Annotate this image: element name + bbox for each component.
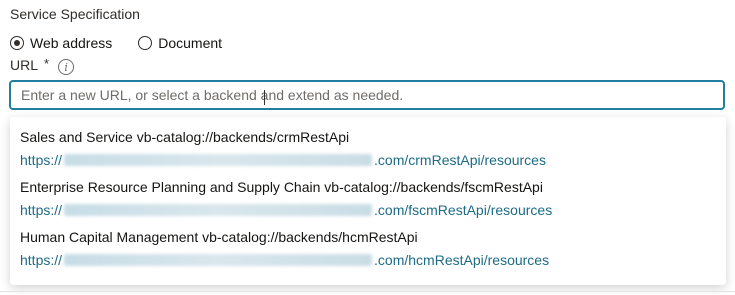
suggestion-url-prefix: https:// [20, 152, 63, 168]
url-field-label: URL * i [10, 56, 75, 75]
radio-document-label: Document [158, 35, 223, 51]
suggestion-item[interactable]: Human Capital Management vb-catalog://ba… [20, 229, 549, 268]
source-type-radio-group: Web address Document [10, 35, 248, 51]
radio-web-address-label: Web address [30, 35, 113, 51]
redacted-host [64, 154, 373, 166]
redacted-host [64, 254, 373, 266]
radio-web-address[interactable]: Web address [10, 35, 112, 51]
suggestion-title: Enterprise Resource Planning and Supply … [20, 179, 543, 195]
suggestion-url-prefix: https:// [20, 202, 63, 218]
radio-selected-icon[interactable] [10, 36, 24, 50]
suggestion-url-prefix: https:// [20, 252, 63, 268]
radio-document[interactable]: Document [138, 35, 222, 51]
suggestion-item[interactable]: Enterprise Resource Planning and Supply … [20, 179, 552, 218]
suggestion-url: https:// .com/fscmRestApi/resources [20, 202, 552, 218]
url-input-container [9, 80, 725, 110]
suggestion-url: https:// .com/hcmRestApi/resources [20, 252, 549, 268]
required-marker: * [44, 56, 50, 71]
redacted-host [64, 204, 373, 216]
backend-suggestions-dropdown: Sales and Service vb-catalog://backends/… [10, 117, 726, 285]
service-specification-form: Service Specification Web address Docume… [0, 0, 735, 295]
suggestion-item[interactable]: Sales and Service vb-catalog://backends/… [20, 129, 546, 168]
radio-unselected-icon[interactable] [138, 36, 153, 50]
suggestion-url-suffix: .com/fscmRestApi/resources [374, 202, 553, 218]
divider [0, 291, 735, 292]
suggestion-url: https:// .com/crmRestApi/resources [20, 152, 546, 168]
suggestion-url-suffix: .com/crmRestApi/resources [374, 152, 546, 168]
text-cursor-icon [264, 90, 265, 105]
suggestion-url-suffix: .com/hcmRestApi/resources [374, 252, 550, 268]
url-label-text: URL [10, 57, 39, 73]
info-icon[interactable]: i [58, 59, 75, 75]
section-title: Service Specification [10, 6, 140, 22]
suggestion-title: Sales and Service vb-catalog://backends/… [20, 129, 350, 145]
suggestion-title: Human Capital Management vb-catalog://ba… [20, 229, 418, 245]
url-input[interactable] [11, 82, 723, 108]
